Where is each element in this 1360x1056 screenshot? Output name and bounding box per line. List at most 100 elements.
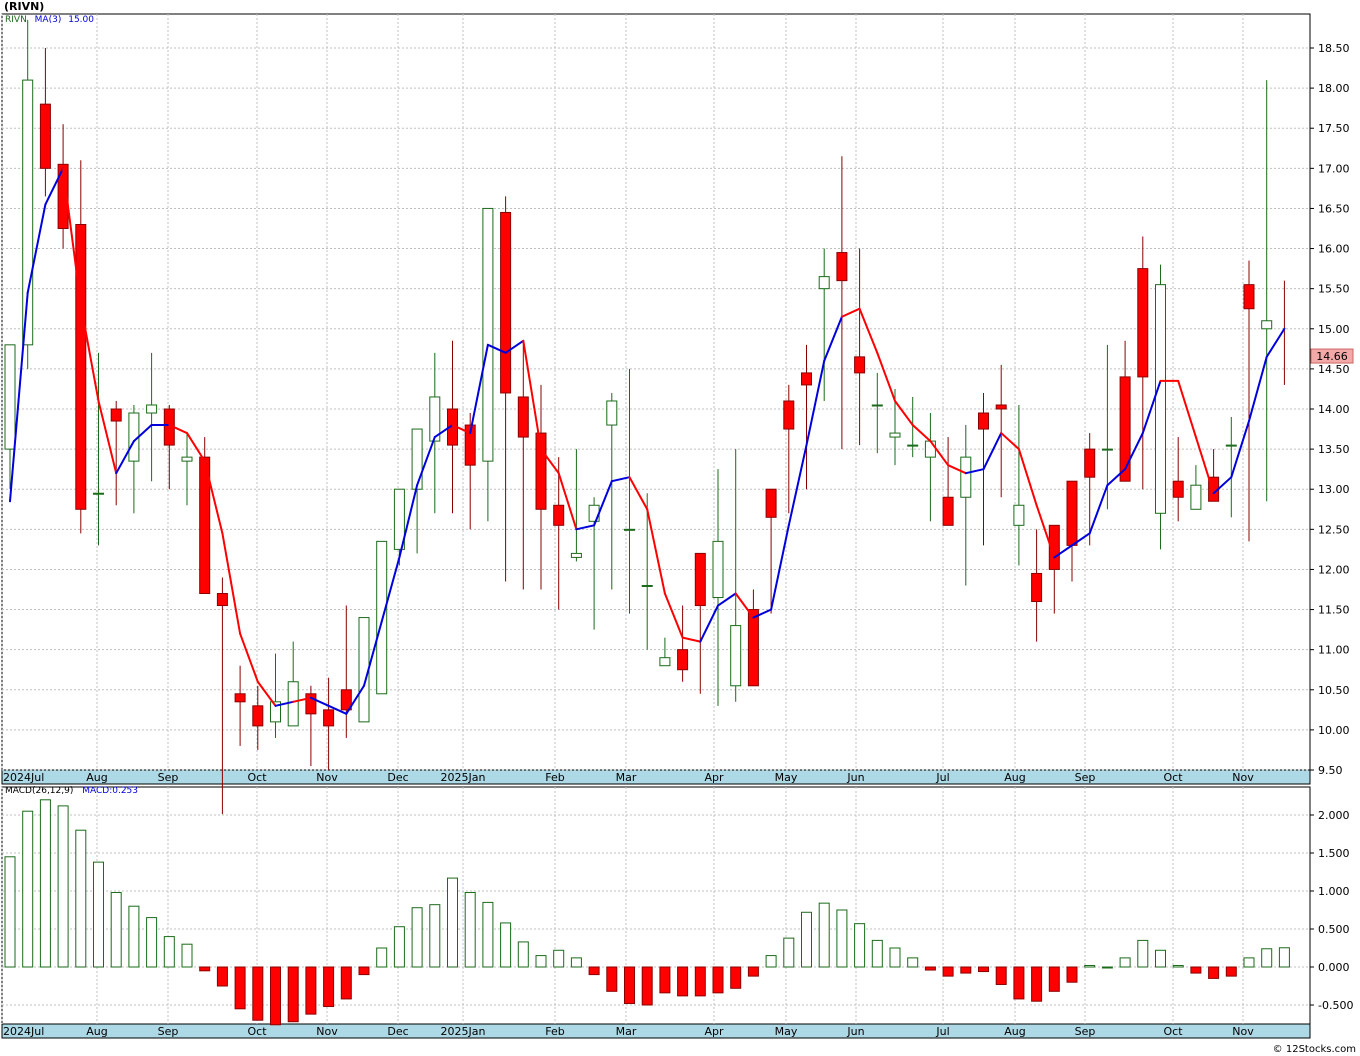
macd-bar	[1101, 966, 1113, 969]
macd-bar	[447, 877, 458, 968]
price-x-label: Oct	[1163, 771, 1183, 784]
macd-bar	[411, 907, 423, 968]
price-tick-label: 14.00	[1318, 403, 1350, 416]
macd-bar	[694, 966, 706, 997]
candle-body	[1225, 444, 1237, 447]
candle-body	[1066, 480, 1078, 546]
candle-body	[995, 404, 1007, 410]
price-x-label: May	[775, 771, 798, 784]
macd-bar	[677, 966, 689, 997]
price-tick-label: 17.00	[1318, 162, 1350, 175]
candle-body	[1190, 484, 1202, 510]
macd-bar	[163, 936, 175, 968]
macd-bar	[1172, 964, 1184, 968]
macd-bar	[942, 966, 954, 977]
price-x-label: 2025Jan	[441, 771, 486, 784]
price-x-label: Nov	[1232, 771, 1254, 784]
candle-body	[482, 207, 494, 462]
candle-body	[1155, 284, 1166, 514]
candle-body	[641, 584, 653, 587]
candle-body	[500, 211, 512, 394]
price-x-label: Jun	[846, 771, 864, 784]
macd-bar	[535, 955, 547, 968]
macd-x-label: May	[775, 1025, 798, 1038]
price-tick-label: 13.50	[1318, 443, 1350, 456]
footer-copyright: © 12Stocks.com	[1272, 1044, 1356, 1055]
macd-bar	[4, 856, 16, 968]
candle-body	[1031, 572, 1043, 603]
candle-body	[765, 488, 777, 518]
macd-x-label: Sep	[1075, 1025, 1096, 1038]
macd-bar	[570, 957, 582, 968]
macd-bar	[464, 892, 476, 968]
candle-body	[659, 657, 671, 667]
candle-body	[801, 372, 812, 386]
price-tick-label: 16.50	[1318, 202, 1350, 215]
macd-x-label: Aug	[86, 1025, 107, 1038]
macd-bar	[181, 943, 193, 968]
macd-bar	[500, 922, 512, 968]
macd-bar	[1084, 964, 1096, 968]
price-x-label: Sep	[158, 771, 179, 784]
macd-tick-label: 1.000	[1318, 885, 1350, 898]
macd-bar	[39, 799, 51, 968]
macd-bar	[854, 923, 866, 968]
macd-bar	[730, 966, 742, 989]
candle	[376, 540, 388, 695]
macd-x-label: Oct	[247, 1025, 267, 1038]
price-x-label: Feb	[545, 771, 564, 784]
price-tick-label: 11.50	[1318, 604, 1350, 617]
macd-bar	[747, 966, 759, 977]
candle-body	[1084, 448, 1096, 478]
macd-bar	[1031, 966, 1043, 1002]
macd-tick-label: 2.000	[1318, 809, 1350, 822]
candle-body	[323, 709, 335, 727]
candle-body	[75, 223, 87, 510]
macd-x-label: Sep	[158, 1025, 179, 1038]
candle-body	[181, 456, 193, 462]
legend-macd: MACD(26,12,9) MACD:0.253	[5, 786, 138, 796]
macd-bar	[1243, 957, 1255, 968]
macd-tick-label: 0.500	[1318, 923, 1350, 936]
candle-body	[960, 456, 972, 498]
price-tick-label: 9.50	[1318, 764, 1343, 777]
macd-bar	[606, 966, 618, 992]
macd-x-label: Feb	[545, 1025, 564, 1038]
macd-bar	[1013, 966, 1025, 1000]
macd-bar	[765, 955, 777, 968]
candle-body	[1137, 268, 1149, 378]
macd-bar	[1066, 966, 1078, 983]
price-tick-label: 18.00	[1318, 82, 1350, 95]
macd-x-label: Apr	[704, 1025, 724, 1038]
candle-body	[854, 356, 866, 374]
macd-bar	[393, 926, 405, 968]
macd-bar	[1225, 966, 1237, 977]
candle-body	[287, 681, 299, 727]
macd-tick-label: 1.500	[1318, 847, 1350, 860]
macd-bar	[270, 966, 281, 1026]
candle-body	[712, 540, 724, 599]
macd-x-label: Nov	[316, 1025, 338, 1038]
price-tick-label: 17.50	[1318, 122, 1350, 135]
chart-title: (RIVN)	[4, 0, 45, 13]
macd-x-label: 2024Jul	[3, 1025, 44, 1038]
macd-bar	[429, 904, 441, 968]
macd-bar	[1261, 948, 1273, 968]
macd-bar	[712, 966, 724, 994]
macd-bar	[783, 937, 795, 968]
candle-body	[624, 528, 635, 531]
macd-bar	[287, 966, 299, 1023]
macd-x-label: 2025Jan	[441, 1025, 486, 1038]
price-chart: 18.50 18.00 17.50 17.00 16.50 16.00 15.50 15.00…	[1, 13, 1354, 1039]
macd-bar	[199, 966, 211, 972]
price-tick-label: 12.00	[1318, 563, 1350, 576]
macd-bar	[659, 966, 671, 994]
candle-body	[889, 432, 901, 438]
macd-x-label: Dec	[387, 1025, 408, 1038]
candle-body	[216, 593, 228, 607]
price-x-label: Apr	[704, 771, 724, 784]
macd-bar	[836, 909, 848, 968]
macd-bar	[553, 949, 565, 968]
candle-body	[1243, 284, 1255, 310]
macd-bar	[482, 901, 494, 968]
